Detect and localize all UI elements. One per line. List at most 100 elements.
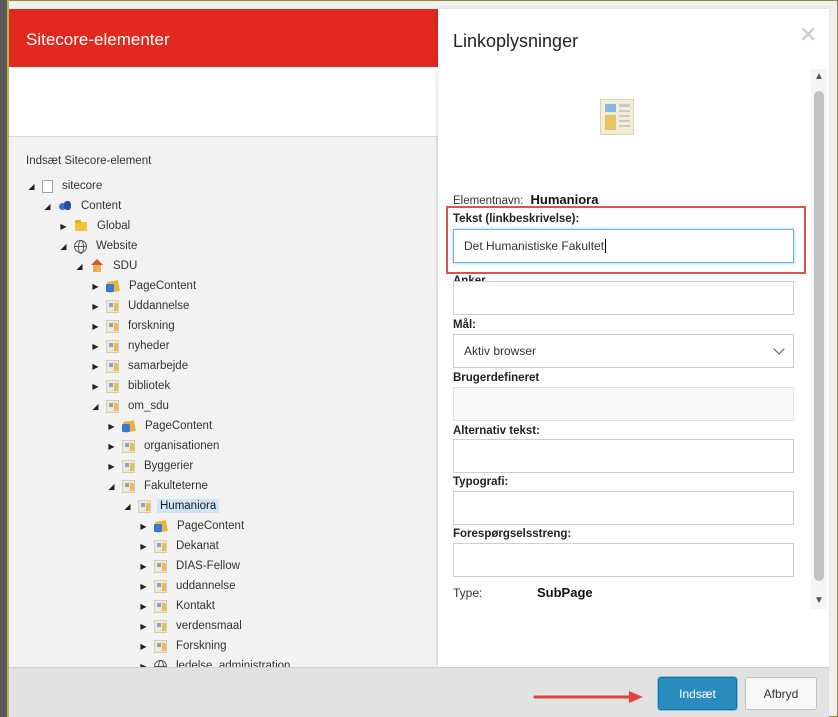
scroll-down-arrow-icon[interactable]: ▼ (811, 593, 827, 609)
close-icon[interactable]: ✕ (799, 24, 817, 46)
collapsed-toggle-icon[interactable]: ▶ (90, 342, 101, 351)
tree-item-label: Forskning (176, 640, 227, 652)
tree-item-label: SDU (113, 260, 138, 272)
expanded-toggle-icon[interactable]: ◢ (90, 402, 101, 411)
expanded-toggle-icon[interactable]: ◢ (26, 182, 37, 191)
tree-item[interactable]: ◢ Humaniora (122, 497, 220, 515)
cancel-button[interactable]: Afbryd (745, 677, 817, 710)
template-icon (154, 619, 167, 633)
tree-item[interactable]: ▶ ledelse_administration (138, 657, 293, 667)
panel-title: Sitecore-elementer (9, 9, 439, 67)
template-icon (122, 479, 135, 493)
scroll-thumb[interactable] (814, 91, 824, 581)
template-icon (138, 499, 151, 513)
collapsed-toggle-icon[interactable]: ▶ (138, 642, 149, 651)
expanded-toggle-icon[interactable]: ◢ (42, 202, 53, 211)
template-icon (122, 439, 135, 453)
template-icon (106, 359, 119, 373)
tree-item[interactable]: ▶ DIAS-Fellow (138, 557, 243, 575)
collapsed-toggle-icon[interactable]: ▶ (106, 462, 117, 471)
tree-item-label: samarbejde (128, 360, 189, 372)
tree-item[interactable]: ▶ Byggerier (106, 457, 196, 475)
panel-toolbar-area (9, 67, 439, 137)
tree-item[interactable]: ▶ samarbejde (90, 357, 191, 375)
collapsed-toggle-icon[interactable]: ▶ (90, 302, 101, 311)
anchor-input[interactable] (453, 281, 794, 315)
expanded-toggle-icon[interactable]: ◢ (106, 482, 117, 491)
collapsed-toggle-icon[interactable]: ▶ (58, 222, 69, 231)
collapsed-toggle-icon[interactable]: ▶ (90, 322, 101, 331)
tree-item-label: sitecore (62, 180, 103, 192)
collapsed-toggle-icon[interactable]: ▶ (138, 522, 149, 531)
tree-item[interactable]: ▶ Dekanat (138, 537, 222, 555)
tree-item-label: Global (97, 220, 131, 232)
template-icon (154, 559, 167, 573)
collapsed-toggle-icon[interactable]: ▶ (106, 442, 117, 451)
text-label: Tekst (linkbeskrivelse): (453, 213, 580, 225)
link-text-value: Det Humanistiske Fakultet (464, 239, 605, 253)
collapsed-toggle-icon[interactable]: ▶ (138, 542, 149, 551)
element-name-value: Humaniora (530, 192, 599, 207)
collapsed-toggle-icon[interactable]: ▶ (138, 602, 149, 611)
page-icon (42, 179, 53, 193)
tree-item-label: DIAS-Fellow (176, 560, 240, 572)
tree-item[interactable]: ◢ Content (42, 197, 124, 215)
collapsed-toggle-icon[interactable]: ▶ (90, 282, 101, 291)
expanded-toggle-icon[interactable]: ◢ (74, 262, 85, 271)
tree-item[interactable]: ◢ SDU (74, 257, 140, 275)
content-icon (58, 199, 72, 213)
collapsed-toggle-icon[interactable]: ▶ (106, 422, 117, 431)
expanded-toggle-icon[interactable]: ◢ (58, 242, 69, 251)
insert-button[interactable]: Indsæt (658, 677, 737, 710)
scroll-up-arrow-icon[interactable]: ▲ (811, 69, 827, 85)
tree-item[interactable]: ▶ uddannelse (138, 577, 238, 595)
folder-icon (74, 219, 88, 233)
target-select[interactable]: Aktiv browser (453, 334, 794, 368)
window-edge (0, 0, 9, 717)
tree-item[interactable]: ▶ PageContent (138, 517, 247, 535)
target-value: Aktiv browser (464, 344, 537, 358)
style-input[interactable] (453, 491, 794, 525)
tree-item-label: forskning (128, 320, 175, 332)
tree-item[interactable]: ▶ forskning (90, 317, 178, 335)
tree-item-label: bibliotek (128, 380, 171, 392)
page-template-icon (600, 99, 634, 135)
collapsed-toggle-icon[interactable]: ▶ (138, 622, 149, 631)
sitecore-items-panel: Sitecore-elementer Indsæt Sitecore-eleme… (9, 9, 439, 707)
dialog-scrollbar[interactable]: ▲ ▼ (811, 69, 827, 609)
template-icon (154, 539, 167, 553)
collapsed-toggle-icon[interactable]: ▶ (138, 582, 149, 591)
collapsed-toggle-icon[interactable]: ▶ (138, 562, 149, 571)
tree-item[interactable]: ◢ Website (58, 237, 140, 255)
tree-item-label: Humaniora (157, 499, 220, 513)
home-icon (90, 259, 104, 273)
template-icon (154, 579, 167, 593)
tree-item[interactable]: ▶ nyheder (90, 337, 173, 355)
link-text-input[interactable]: Det Humanistiske Fakultet (453, 229, 794, 263)
tree-item-label: Fakulteterne (144, 480, 208, 492)
type-label: Type: (453, 586, 483, 600)
tree-item[interactable]: ▶ PageContent (106, 417, 215, 435)
tree-item[interactable]: ▶ Uddannelse (90, 297, 192, 315)
tree-item[interactable]: ▶ Kontakt (138, 597, 218, 615)
tree-item[interactable]: ◢ Fakulteterne (106, 477, 211, 495)
tree-item[interactable]: ▶ bibliotek (90, 377, 173, 395)
tree-item[interactable]: ▶ organisationen (106, 437, 222, 455)
tree-item[interactable]: ▶ Global (58, 217, 133, 235)
template-icon (154, 599, 167, 613)
chevron-down-icon (773, 343, 785, 355)
expanded-toggle-icon[interactable]: ◢ (122, 502, 133, 511)
arrow-right-icon (533, 691, 643, 703)
custom-input[interactable] (453, 387, 794, 421)
tree-item[interactable]: ▶ Forskning (138, 637, 230, 655)
tree-item[interactable]: ◢ sitecore (26, 177, 105, 195)
query-input[interactable] (453, 543, 794, 577)
tree-item[interactable]: ▶ verdensmaal (138, 617, 245, 635)
tree-item[interactable]: ▶ PageContent (90, 277, 199, 295)
collapsed-toggle-icon[interactable]: ▶ (90, 382, 101, 391)
tree-item[interactable]: ◢ om_sdu (90, 397, 172, 415)
pagecontent-icon (154, 519, 168, 533)
alt-text-input[interactable] (453, 439, 794, 473)
collapsed-toggle-icon[interactable]: ▶ (90, 362, 101, 371)
tree-item-label: organisationen (144, 440, 220, 452)
